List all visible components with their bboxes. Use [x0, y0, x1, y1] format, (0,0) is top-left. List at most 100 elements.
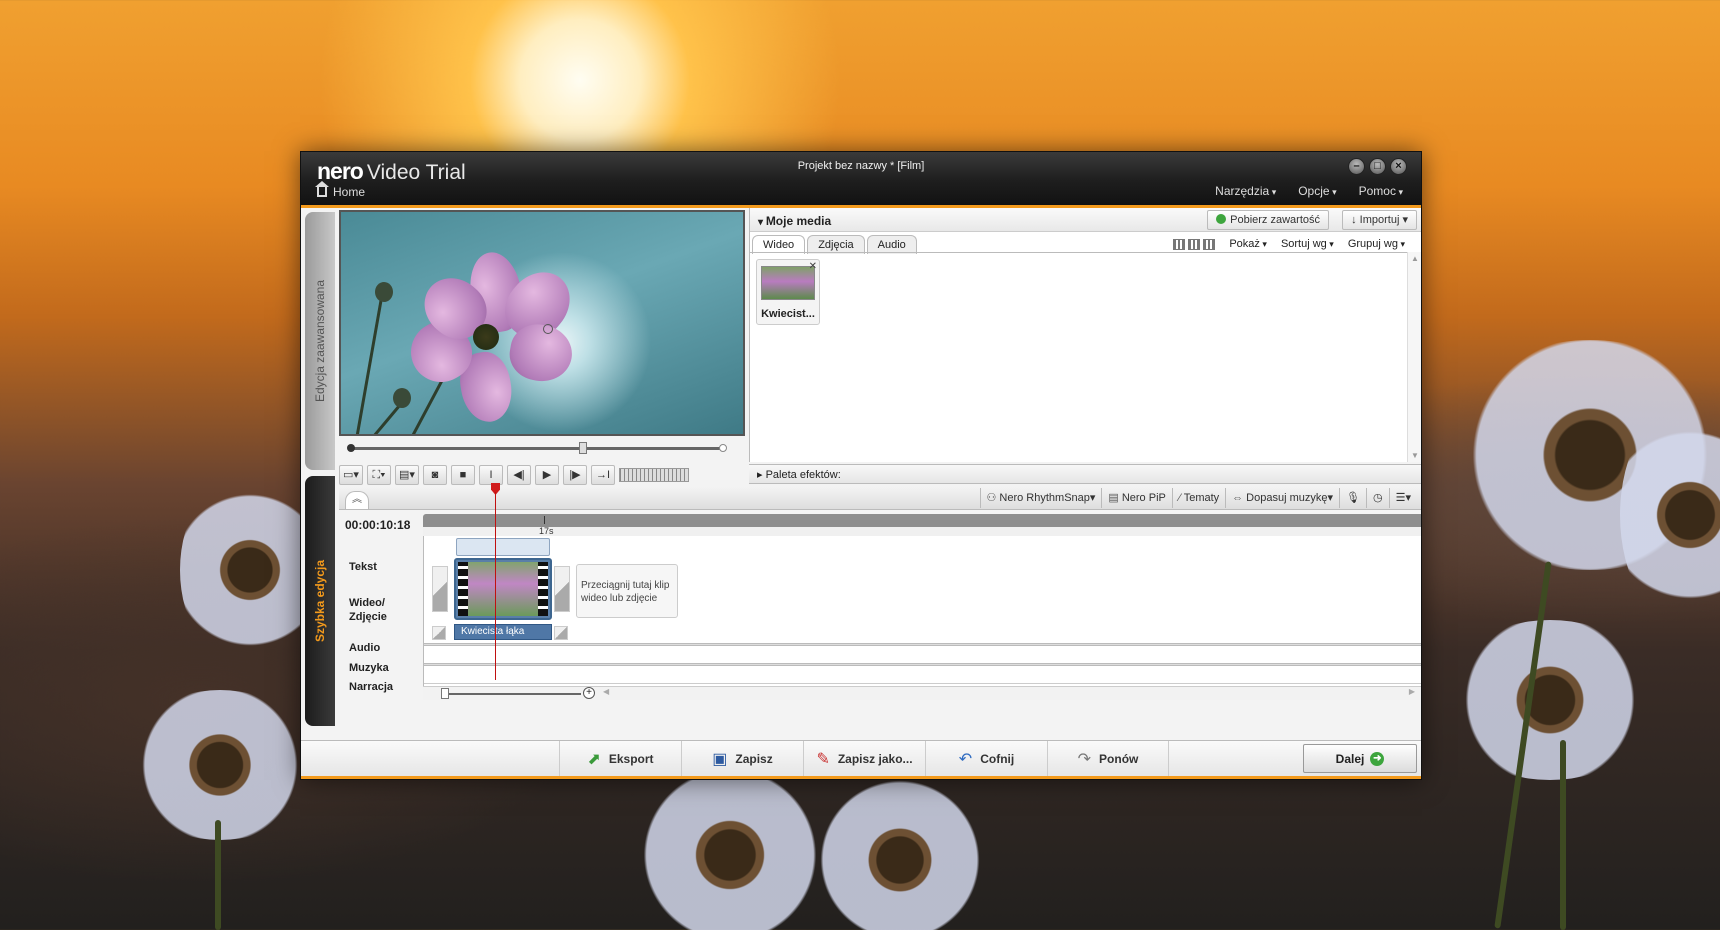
- redo-label: Ponów: [1099, 751, 1139, 766]
- home-link[interactable]: Home: [315, 181, 365, 199]
- scroll-left-icon[interactable]: ◀: [603, 687, 609, 696]
- track-label-video: Wideo/ Zdjęcie: [349, 597, 387, 623]
- undo-icon: ↶: [958, 750, 973, 768]
- export-button[interactable]: ⬈ Eksport: [559, 741, 681, 776]
- background-stem: [1560, 740, 1566, 930]
- pip-button[interactable]: ▤ Nero PiP: [1101, 488, 1171, 508]
- list-view-icon[interactable]: [1188, 238, 1201, 250]
- track-separator: [424, 683, 1421, 684]
- get-content-button[interactable]: Pobierz zawartość: [1207, 210, 1329, 230]
- effects-palette[interactable]: Paleta efektów:: [749, 464, 1421, 484]
- undo-label: Cofnij: [980, 751, 1015, 766]
- background-stem: [215, 820, 221, 930]
- group-dropdown[interactable]: Grupuj wg: [1348, 238, 1405, 250]
- redo-button[interactable]: ↷ Ponów: [1047, 741, 1169, 776]
- snapshot-icon[interactable]: ◙: [423, 465, 447, 485]
- tab-advanced-label: Edycja zaawansowana: [313, 279, 327, 403]
- tab-quick-edit[interactable]: Szybka edycja: [305, 476, 335, 726]
- timeline-tracks[interactable]: Przeciągnij tutaj klip wideo lub zdjęcie…: [423, 536, 1421, 686]
- tab-advanced-edit[interactable]: Edycja zaawansowana: [305, 212, 335, 470]
- fit-music-label: Dopasuj muzykę: [1246, 492, 1328, 504]
- menu-opcje[interactable]: Opcje: [1298, 184, 1336, 198]
- menu-pomoc[interactable]: Pomoc: [1359, 184, 1403, 198]
- grid-view-icon[interactable]: [1173, 238, 1186, 250]
- display-mode-button[interactable]: ▭▾: [339, 465, 363, 485]
- menu-narzedzia[interactable]: Narzędzia: [1215, 184, 1276, 198]
- get-content-label: Pobierz zawartość: [1230, 214, 1320, 226]
- rhythmsnap-button[interactable]: ⚇ Nero RhythmSnap▾: [979, 488, 1102, 508]
- sort-dropdown[interactable]: Sortuj wg: [1281, 238, 1334, 250]
- show-dropdown[interactable]: Pokaż: [1229, 238, 1267, 250]
- save-icon: ▣: [712, 750, 728, 768]
- save-button[interactable]: ▣ Zapisz: [681, 741, 803, 776]
- close-icon[interactable]: ×: [1390, 158, 1407, 175]
- mark-out-icon[interactable]: →I: [591, 465, 615, 485]
- playhead[interactable]: [495, 492, 496, 680]
- document-title: Projekt bez nazwy * [Film]: [797, 160, 925, 172]
- collapse-icon[interactable]: ︽: [345, 491, 369, 509]
- undo-button[interactable]: ↶ Cofnij: [925, 741, 1047, 776]
- transition-slot[interactable]: [432, 566, 448, 612]
- media-panel: Moje media Pobierz zawartość ↓ Importuj …: [749, 208, 1421, 462]
- zoom-in-icon[interactable]: +: [583, 687, 595, 699]
- export-icon: ⬈: [587, 750, 601, 768]
- ruler-scale: [423, 527, 1421, 536]
- timer-icon[interactable]: ◷: [1366, 488, 1389, 508]
- play-icon[interactable]: ▶: [535, 465, 559, 485]
- fullscreen-button[interactable]: ⛶▾: [367, 465, 391, 485]
- microphone-icon[interactable]: 🎙: [1339, 488, 1366, 508]
- window-controls: – □ ×: [1348, 158, 1407, 175]
- effects-palette-label: Paleta efektów:: [757, 468, 841, 481]
- background-flower: [1440, 620, 1660, 780]
- step-forward-icon[interactable]: |▶: [563, 465, 587, 485]
- import-button[interactable]: ↓ Importuj ▾: [1342, 210, 1417, 230]
- timeline-tool-buttons: ⚇ Nero RhythmSnap▾ ▤ Nero PiP ⁄ Tematy ⇔ Dop…: [979, 488, 1417, 508]
- save-as-button[interactable]: ✎ Zapisz jako...: [803, 741, 925, 776]
- preview-scrubber[interactable]: [347, 442, 727, 454]
- flower-bud: [393, 388, 411, 408]
- zoom-slider[interactable]: [441, 693, 581, 695]
- media-scrollbar[interactable]: [1407, 252, 1421, 462]
- timeline-hscroll[interactable]: ◀ ▶: [603, 687, 1415, 696]
- stop-icon[interactable]: ■: [451, 465, 475, 485]
- save-label: Zapisz: [735, 751, 773, 766]
- transition-slot[interactable]: [554, 566, 570, 612]
- drop-zone[interactable]: Przeciągnij tutaj klip wideo lub zdjęcie: [576, 564, 678, 618]
- detail-view-icon[interactable]: [1203, 238, 1216, 250]
- audio-clip[interactable]: Kwiecista łąka: [454, 624, 552, 640]
- themes-button[interactable]: ⁄ Tematy: [1171, 488, 1225, 508]
- minimize-icon[interactable]: –: [1348, 158, 1365, 175]
- zoom-thumb[interactable]: [441, 688, 449, 699]
- jog-shuttle[interactable]: [619, 468, 689, 482]
- mark-in-icon[interactable]: I: [479, 465, 503, 485]
- timeline-zoom-bar: + ◀ ▶: [423, 686, 1421, 700]
- media-item[interactable]: ✕ Kwiecist...: [756, 259, 820, 325]
- video-preview[interactable]: [339, 210, 745, 436]
- time-ruler[interactable]: 17s: [423, 514, 1421, 536]
- track-label-audio: Audio: [349, 642, 381, 654]
- aspect-button[interactable]: ▤▾: [395, 465, 419, 485]
- media-item-label: Kwiecist...: [761, 308, 815, 320]
- next-button[interactable]: Dalej ➜: [1303, 744, 1417, 773]
- audio-transition-slot[interactable]: [432, 626, 446, 640]
- fit-music-button[interactable]: ⇔ Dopasuj muzykę▾: [1225, 488, 1339, 508]
- media-title[interactable]: Moje media: [758, 214, 831, 228]
- track-separator: [424, 643, 1421, 646]
- more-options-icon[interactable]: ☰▾: [1388, 488, 1417, 508]
- scrub-thumb[interactable]: [579, 442, 587, 454]
- audio-transition-slot[interactable]: [554, 626, 568, 640]
- top-menu: Narzędzia Opcje Pomoc: [1215, 184, 1403, 198]
- step-back-icon[interactable]: ◀|: [507, 465, 531, 485]
- track-label-text: Tekst: [349, 561, 377, 573]
- timecode: 00:00:10:18: [345, 518, 411, 532]
- track-label-narration: Narracja: [349, 681, 394, 693]
- maximize-icon[interactable]: □: [1369, 158, 1386, 175]
- video-clip[interactable]: [454, 558, 552, 620]
- save-as-icon: ✎: [816, 750, 830, 768]
- next-label: Dalej: [1335, 751, 1365, 766]
- export-label: Eksport: [608, 751, 654, 766]
- remove-icon[interactable]: ✕: [809, 261, 817, 272]
- scroll-right-icon[interactable]: ▶: [1409, 687, 1415, 696]
- text-clip[interactable]: [456, 538, 550, 556]
- flower-center: [473, 324, 499, 350]
